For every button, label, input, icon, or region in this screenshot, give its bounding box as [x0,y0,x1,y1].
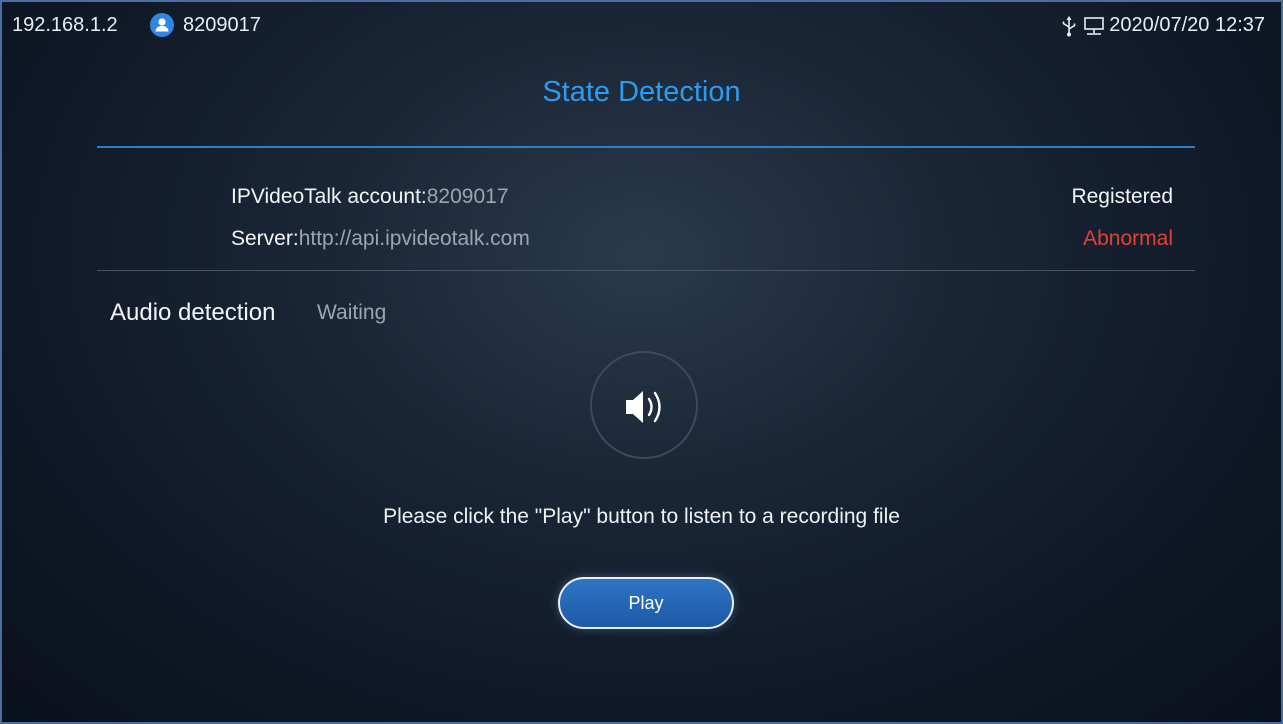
status-icons: 2020/07/20 12:37 [1059,14,1265,37]
audio-detection-status: Waiting [317,301,387,324]
network-icon [1083,15,1105,37]
page-title: State Detection [542,76,741,108]
server-state: Abnormal [1083,227,1173,250]
play-hint: Please click the "Play" button to listen… [383,505,900,528]
account-label: IPVideoTalk account [231,185,421,208]
account-value: 8209017 [426,185,509,208]
server-value: http://api.ipvideotalk.com [298,227,530,250]
state-detection-screen: 192.168.1.2 8209017 2020/07/20 12:37 Sta… [0,0,1283,724]
account-row: IPVideoTalk account:8209017 [231,185,509,209]
account-icon [150,13,174,37]
status-bar: 192.168.1.2 8209017 2020/07/20 12:37 [2,2,1281,50]
ip-address: 192.168.1.2 [12,14,118,36]
server-label: Server [231,227,293,250]
account-state: Registered [1071,185,1173,208]
datetime: 2020/07/20 12:37 [1109,14,1265,36]
speaker-icon [626,391,661,423]
server-row: Server:http://api.ipvideotalk.com [231,227,530,251]
title-divider [97,146,1195,148]
account-number: 8209017 [183,14,261,36]
audio-detection-label: Audio detection [110,299,276,326]
usb-icon [1059,15,1079,37]
info-divider [97,270,1195,271]
speaker-circle [590,351,698,459]
play-button[interactable]: Play [558,577,734,629]
